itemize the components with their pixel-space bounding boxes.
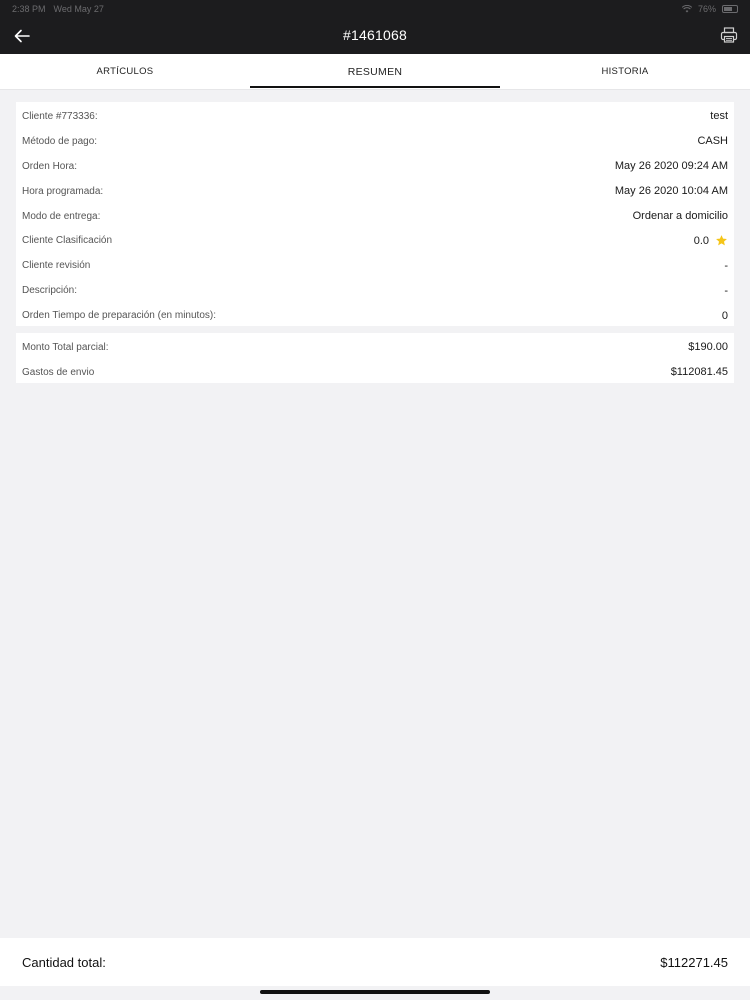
detail-label: Orden Tiempo de preparación (en minutos)… — [22, 310, 216, 322]
tab-bar: ARTÍCULOS RESUMEN HISTORIA — [0, 54, 750, 90]
status-date: Wed May 27 — [53, 4, 104, 14]
amount-row-subtotal: Monto Total parcial: $190.00 — [16, 335, 734, 360]
order-summary-screen: 2:38 PM Wed May 27 76% #1461068 ARTÍCULO… — [0, 0, 750, 1000]
detail-label: Modo de entrega: — [22, 210, 101, 222]
detail-label: Cliente #773336: — [22, 110, 98, 122]
detail-value: - — [724, 259, 728, 272]
detail-row-order-time: Orden Hora: May 26 2020 09:24 AM — [16, 154, 734, 179]
detail-value: - — [724, 284, 728, 297]
order-details-card: Cliente #773336: test Método de pago: CA… — [16, 102, 734, 326]
detail-label: Cliente revisión — [22, 260, 91, 272]
order-number-title: #1461068 — [343, 27, 407, 43]
detail-row-scheduled-time: Hora programada: May 26 2020 10:04 AM — [16, 179, 734, 204]
rating-value: 0.0 — [693, 234, 709, 247]
tab-historia[interactable]: HISTORIA — [500, 54, 750, 89]
detail-value: 0 — [721, 309, 728, 322]
total-label: Cantidad total: — [22, 954, 106, 970]
total-footer: Cantidad total: $112271.45 — [0, 938, 750, 986]
detail-value: Ordenar a domicilio — [632, 210, 728, 222]
detail-label: Orden Hora: — [22, 160, 78, 172]
amount-label: Gastos de envio — [22, 366, 95, 378]
detail-value: CASH — [697, 135, 728, 148]
detail-label: Cliente Clasificación — [22, 235, 113, 247]
tab-resumen[interactable]: RESUMEN — [250, 54, 500, 89]
print-icon[interactable] — [720, 26, 738, 44]
detail-label: Método de pago: — [22, 135, 98, 147]
star-icon — [716, 235, 727, 246]
detail-value: May 26 2020 09:24 AM — [614, 160, 728, 173]
battery-icon — [722, 5, 738, 13]
battery-percent: 76% — [697, 4, 716, 14]
detail-row-description: Descripción: - — [16, 278, 734, 303]
wifi-icon — [681, 5, 692, 13]
total-value: $112271.45 — [660, 954, 728, 970]
status-bar: 2:38 PM Wed May 27 76% — [0, 0, 750, 18]
detail-row-prep-time: Orden Tiempo de preparación (en minutos)… — [16, 303, 734, 328]
detail-row-customer-rating: Cliente Clasificación 0.0 — [16, 228, 734, 253]
amounts-card: Monto Total parcial: $190.00 Gastos de e… — [16, 333, 734, 383]
app-header: 2:38 PM Wed May 27 76% #1461068 — [0, 0, 750, 54]
detail-row-customer-review: Cliente revisión - — [16, 253, 734, 278]
detail-row-delivery-mode: Modo de entrega: Ordenar a domicilio — [16, 204, 734, 229]
home-indicator[interactable] — [260, 990, 490, 994]
detail-label: Descripción: — [22, 285, 78, 297]
amount-label: Monto Total parcial: — [22, 341, 109, 353]
amount-row-shipping: Gastos de envio $112081.45 — [16, 360, 734, 385]
rating-value-wrap: 0.0 — [694, 234, 728, 247]
detail-value: May 26 2020 10:04 AM — [614, 185, 728, 198]
detail-row-payment: Método de pago: CASH — [16, 129, 734, 154]
tab-articulos[interactable]: ARTÍCULOS — [0, 54, 250, 89]
detail-row-customer: Cliente #773336: test — [16, 104, 734, 129]
detail-label: Hora programada: — [22, 185, 104, 197]
amount-value: $190.00 — [688, 341, 728, 354]
status-time: 2:38 PM — [12, 4, 46, 14]
detail-value: test — [710, 110, 728, 123]
amount-value: $112081.45 — [670, 366, 728, 379]
